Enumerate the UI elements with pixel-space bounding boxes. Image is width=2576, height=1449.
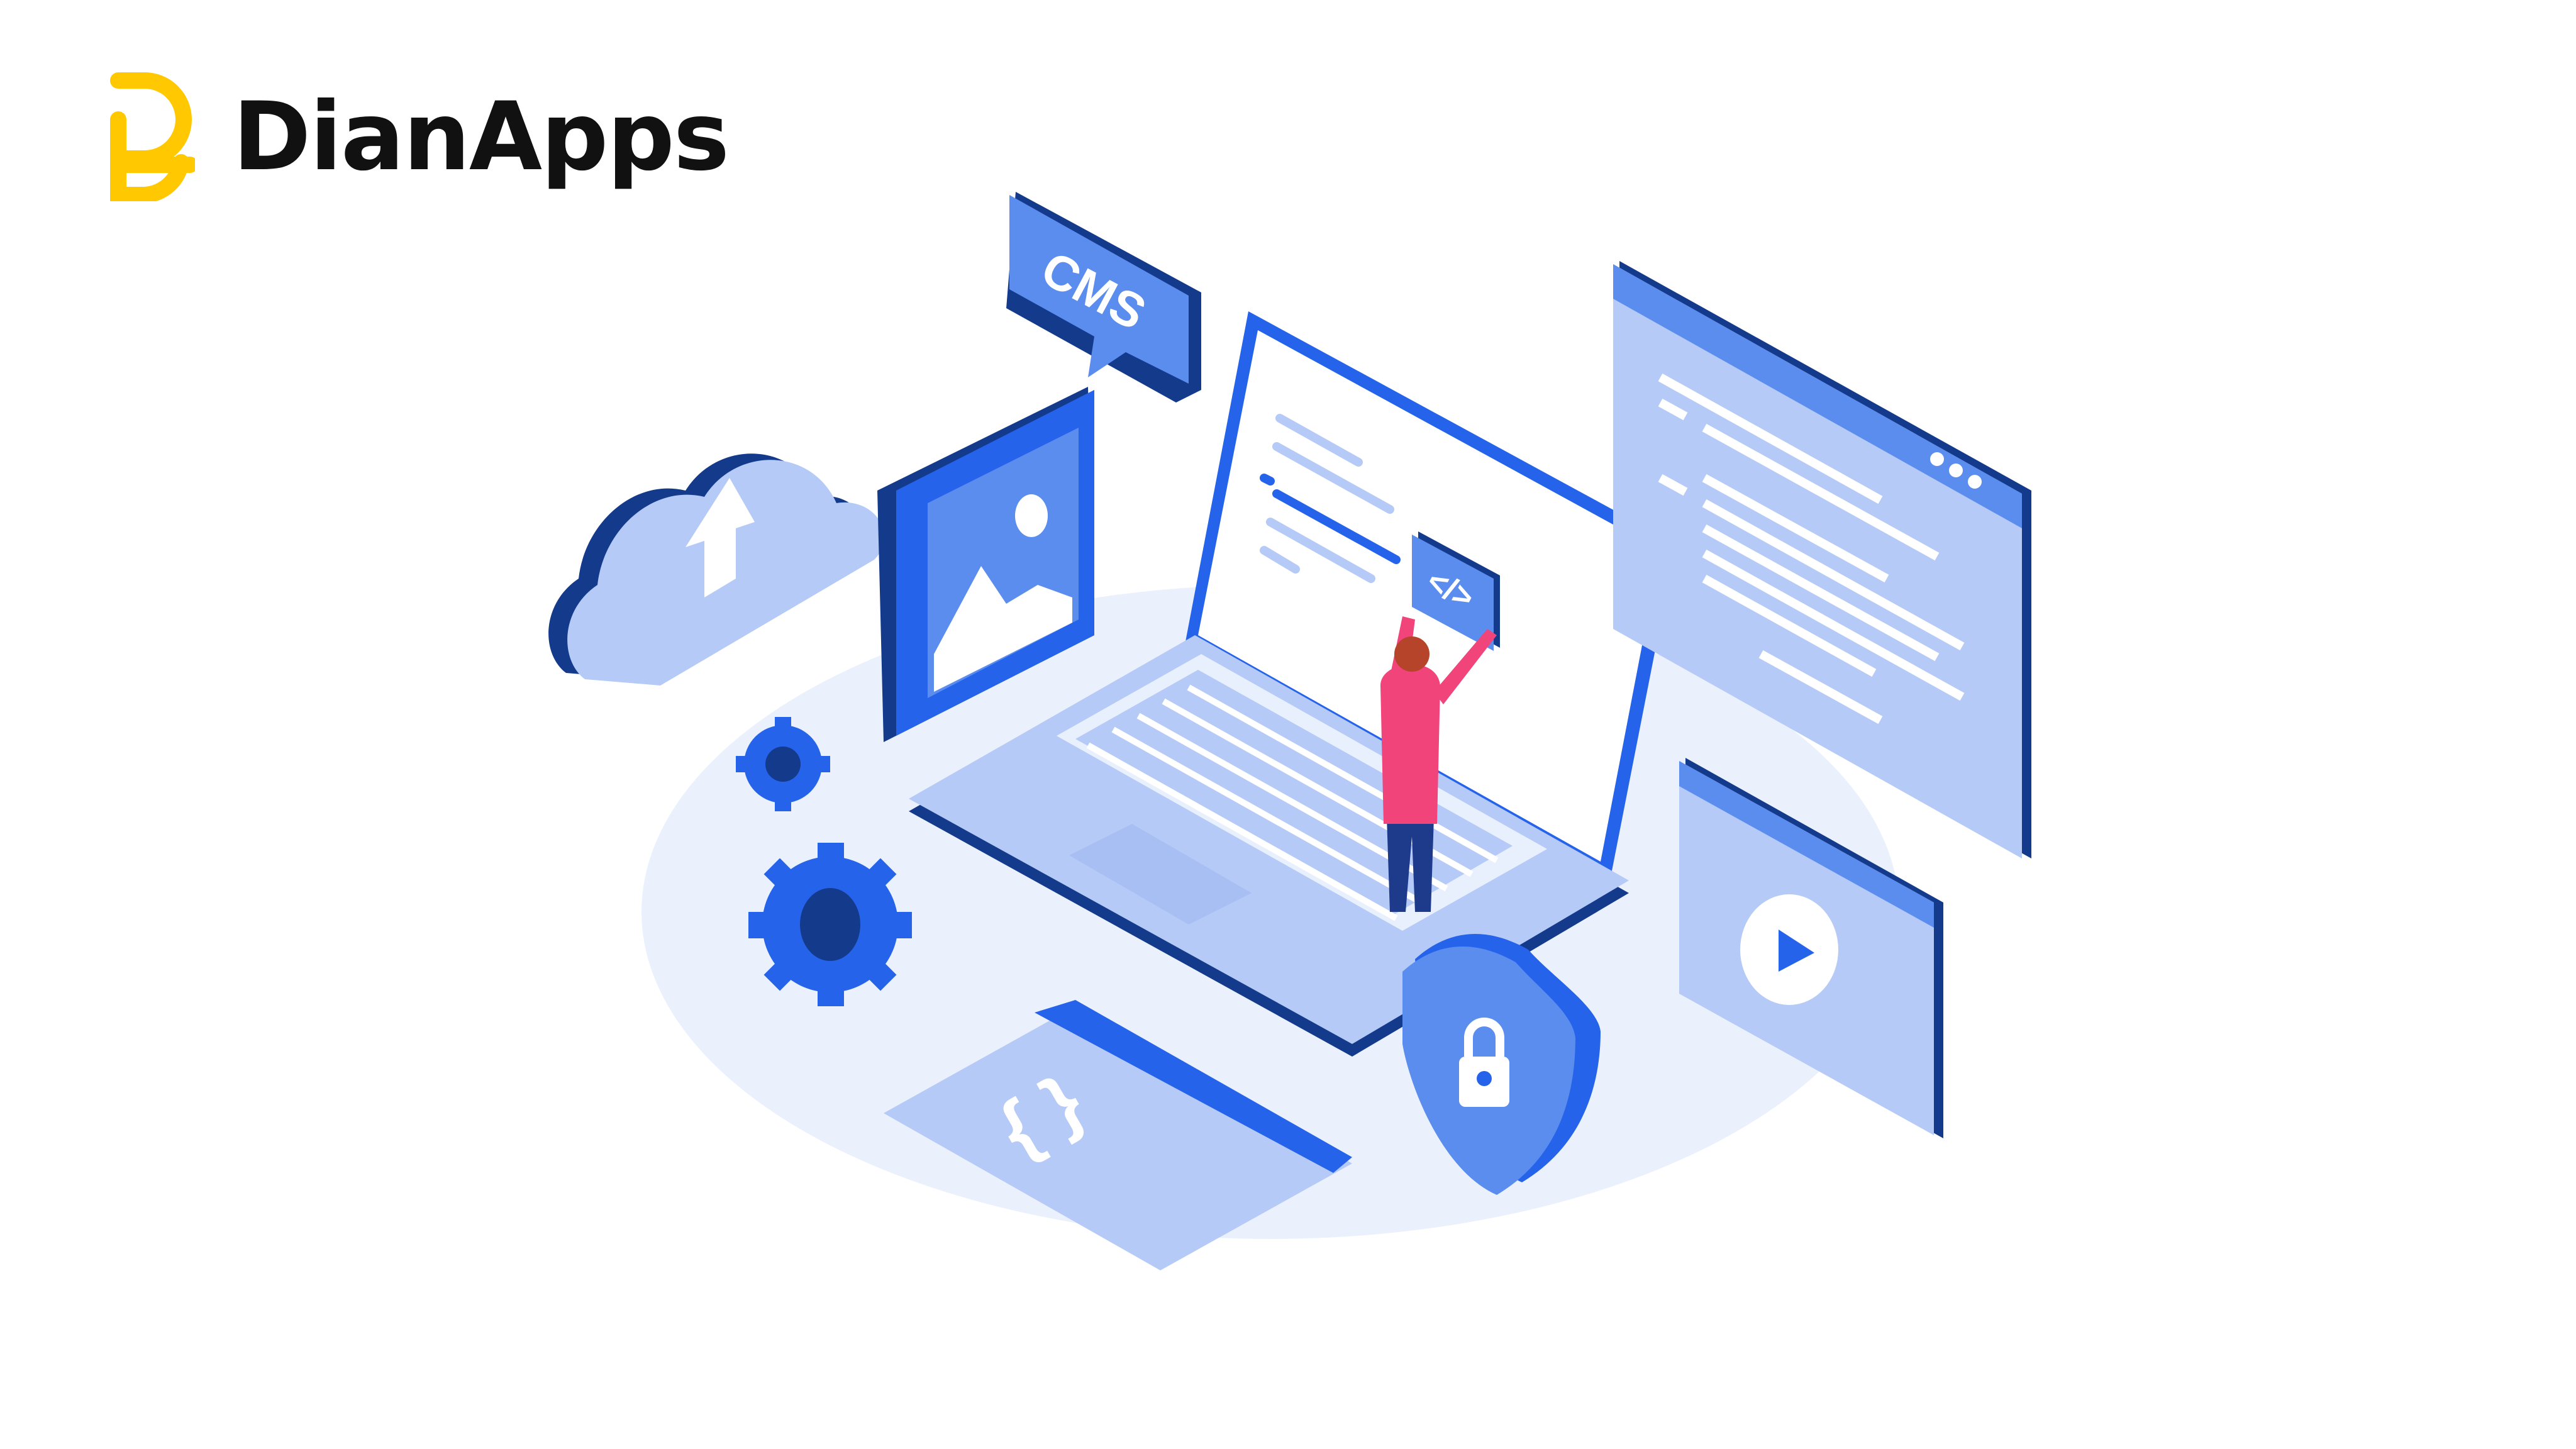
- cms-chat-icon: CMS: [1006, 192, 1201, 402]
- cloud-upload-icon: [548, 453, 885, 686]
- gear-icon: [748, 843, 912, 1006]
- cms-illustration: CMS </> {}: [548, 192, 2031, 1270]
